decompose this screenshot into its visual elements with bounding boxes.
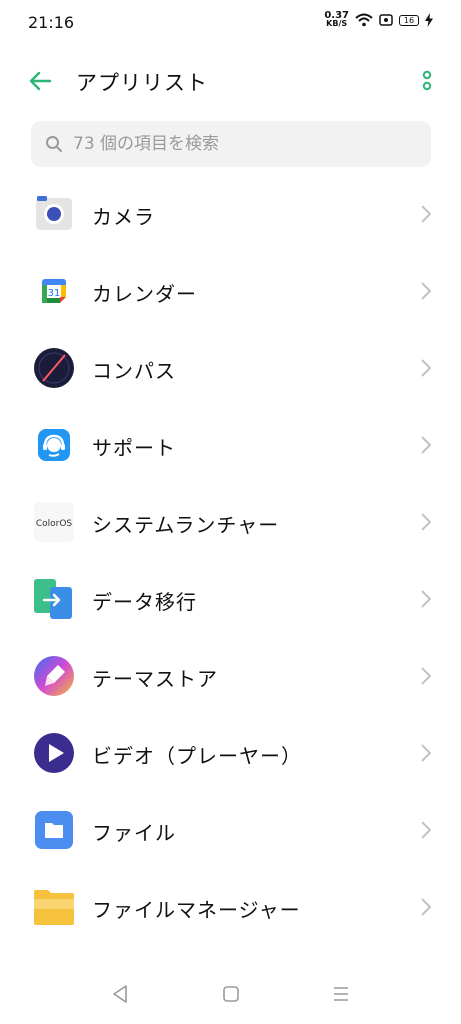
chevron-right-icon (421, 898, 431, 916)
app-label: ビデオ（プレーヤー） (92, 744, 302, 768)
app-label: ファイル (92, 821, 176, 845)
chevron-right-icon (421, 359, 431, 377)
support-icon (38, 429, 70, 461)
list-item-camera[interactable]: カメラ (0, 175, 461, 252)
notification-icon (379, 14, 393, 26)
app-label: データ移行 (92, 590, 197, 614)
app-label: サポート (92, 436, 176, 460)
app-list: カメラ 31 カレンダー コンパス サポート ColorOS システムランチャー… (0, 175, 461, 945)
compass-icon (34, 348, 74, 388)
video-player-icon (34, 733, 74, 773)
chevron-right-icon (421, 513, 431, 531)
battery-indicator: 16 (399, 14, 419, 26)
svg-text:31: 31 (48, 288, 61, 299)
nav-menu-icon[interactable] (329, 982, 353, 1006)
file-manager-icon (34, 890, 74, 925)
page-title: アプリリスト (76, 71, 208, 95)
launcher-icon-text: ColorOS (36, 519, 73, 529)
app-bar: アプリリスト (0, 55, 461, 107)
search-input[interactable] (71, 133, 405, 155)
back-arrow-icon[interactable] (26, 67, 54, 95)
network-speed-unit: KB/S (326, 19, 348, 28)
list-item-data-migration[interactable]: データ移行 (0, 560, 461, 637)
status-time: 21:16 (28, 13, 75, 32)
charging-icon (425, 13, 433, 27)
status-bar: 21:16 0.37 KB/S 16 (0, 0, 461, 44)
list-item-video-player[interactable]: ビデオ（プレーヤー） (0, 714, 461, 791)
network-speed: 0.37 KB/S (324, 11, 349, 28)
files-icon (35, 811, 73, 849)
calendar-icon: 31 (42, 279, 66, 303)
chevron-right-icon (421, 436, 431, 454)
navigation-bar (0, 968, 461, 1024)
app-label: テーマストア (92, 667, 218, 691)
chevron-right-icon (421, 821, 431, 839)
nav-home-icon[interactable] (219, 982, 243, 1006)
chevron-right-icon (421, 205, 431, 223)
wifi-icon (355, 13, 373, 27)
search-bar[interactable] (31, 121, 431, 167)
camera-icon (36, 196, 72, 230)
chevron-right-icon (421, 282, 431, 300)
coloros-launcher-icon: ColorOS (34, 502, 74, 542)
app-label: コンパス (92, 359, 176, 383)
status-icons: 0.37 KB/S 16 (324, 11, 433, 28)
chevron-right-icon (421, 667, 431, 685)
more-options-icon[interactable] (419, 67, 435, 95)
data-migration-icon (34, 579, 72, 619)
search-icon (46, 136, 62, 152)
nav-back-icon[interactable] (108, 982, 132, 1006)
app-label: カメラ (92, 205, 155, 229)
list-item-file-manager[interactable]: ファイルマネージャー (0, 868, 461, 945)
chevron-right-icon (421, 590, 431, 608)
battery-level: 16 (403, 15, 415, 25)
list-item-files[interactable]: ファイル (0, 791, 461, 868)
app-label: システムランチャー (92, 513, 280, 537)
theme-store-icon (34, 656, 74, 696)
list-item-system-launcher[interactable]: ColorOS システムランチャー (0, 483, 461, 560)
app-label: ファイルマネージャー (92, 898, 301, 922)
list-item-theme-store[interactable]: テーマストア (0, 637, 461, 714)
list-item-calendar[interactable]: 31 カレンダー (0, 252, 461, 329)
chevron-right-icon (421, 744, 431, 762)
list-item-support[interactable]: サポート (0, 406, 461, 483)
app-label: カレンダー (92, 282, 197, 306)
list-item-compass[interactable]: コンパス (0, 329, 461, 406)
